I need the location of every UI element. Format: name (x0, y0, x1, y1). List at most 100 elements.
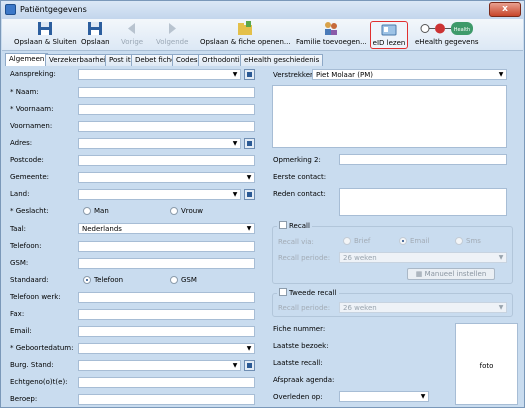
chevron-down-icon: ▼ (498, 71, 504, 78)
tweede-recall-periode-select[interactable]: 26 weken ▼ (339, 302, 507, 313)
taal-label: Taal: (10, 225, 26, 233)
postcode-field[interactable] (78, 155, 255, 166)
recall-brief-label: Brief (354, 237, 371, 245)
chevron-down-icon: ▼ (498, 304, 504, 311)
standaard-gsm-label: GSM (181, 276, 197, 284)
land-save-button[interactable] (244, 189, 255, 200)
recall-checkbox[interactable] (279, 221, 287, 229)
save-close-button[interactable]: Opslaan & Sluiten (14, 21, 77, 49)
previous-button[interactable]: Vorige (121, 21, 143, 49)
patient-window: Patiëntgegevens x Opslaan & Sluiten Opsl… (0, 0, 525, 408)
manueel-instellen-button[interactable]: ▦ Manueel instellen (407, 268, 495, 280)
fax-label: Fax: (10, 310, 25, 318)
email-field[interactable] (78, 326, 255, 337)
voornamen-label: Voornamen: (10, 122, 53, 130)
arrow-right-icon (169, 23, 177, 34)
overleden-op-field[interactable]: ▼ (339, 391, 429, 402)
app-icon (5, 4, 16, 15)
aanspreking-select[interactable]: ▼ (78, 69, 241, 80)
recall-email-label: Email (410, 237, 430, 245)
calendar-icon: ▦ (415, 270, 425, 278)
gemeente-select[interactable]: ▼ (78, 172, 255, 183)
telefoon-label: Telefoon: (10, 242, 42, 250)
land-select[interactable]: ▼ (78, 189, 241, 200)
next-button[interactable]: Volgende (156, 21, 188, 49)
telefoon-werk-field[interactable] (78, 292, 255, 303)
floppy-icon (247, 72, 252, 77)
chevron-down-icon: ▼ (498, 254, 504, 261)
save-button[interactable]: Opslaan (81, 21, 110, 49)
tweede-recall-checkbox[interactable] (279, 288, 287, 296)
adres-select[interactable]: ▼ (78, 138, 241, 149)
recall-via-label: Recall via: (278, 238, 314, 246)
chevron-down-icon: ▼ (420, 393, 426, 400)
gemeente-label: Gemeente: (10, 173, 50, 181)
family-add-label: Familie toevoegen... (296, 38, 367, 46)
standaard-telefoon-radio[interactable] (83, 276, 91, 284)
gender-man-label: Man (94, 207, 109, 215)
tab-ehealth-geschiedenis[interactable]: eHealth geschiedenis (240, 54, 324, 66)
beroep-field[interactable] (78, 394, 255, 405)
recall-sms-radio[interactable] (455, 237, 463, 245)
burg-stand-label: Burg. Stand: (10, 361, 54, 369)
close-button[interactable]: x (489, 2, 521, 17)
save-open-label: Opslaan & fiche openen... (200, 38, 291, 46)
tweede-recall-group-title: Tweede recall (277, 288, 339, 297)
telefoon-field[interactable] (78, 241, 255, 252)
overleden-op-label: Overleden op: (273, 393, 323, 401)
beroep-label: Beroep: (10, 395, 38, 403)
verstrekker-value: Piet Molaar (PM) (316, 71, 373, 79)
recall-brief-radio[interactable] (343, 237, 351, 245)
voornamen-field[interactable] (78, 121, 255, 132)
verstrekker-select[interactable]: Piet Molaar (PM) ▼ (312, 69, 507, 80)
tab-algemeen[interactable]: Algemeen (5, 53, 49, 66)
opmerking-textarea[interactable] (272, 85, 507, 148)
recall-periode-select[interactable]: 26 weken ▼ (339, 252, 507, 263)
family-add-button[interactable]: Familie toevoegen... (296, 21, 367, 49)
echtgenote-field[interactable] (78, 377, 255, 388)
ehealth-button[interactable]: Health eHealth gegevens (415, 21, 479, 49)
ehealth-icon: Health (420, 22, 473, 35)
taal-select[interactable]: Nederlands ▼ (78, 223, 255, 234)
opmerking2-field[interactable] (339, 154, 507, 165)
tweede-recall-periode-value: 26 weken (343, 304, 377, 312)
reden-contact-field[interactable] (339, 188, 507, 216)
laatste-bezoek-label: Laatste bezoek: (273, 342, 329, 350)
aanspreking-save-button[interactable] (244, 69, 255, 80)
voornaam-field[interactable] (78, 104, 255, 115)
fax-field[interactable] (78, 309, 255, 320)
previous-label: Vorige (121, 38, 144, 46)
burg-stand-select[interactable]: ▼ (78, 360, 241, 371)
toolbar: Opslaan & Sluiten Opslaan Vorige Volgend… (2, 19, 523, 51)
geslacht-label: * Geslacht: (10, 207, 49, 215)
gender-vrouw-radio[interactable] (170, 207, 178, 215)
recall-periode-label: Recall periode: (278, 254, 331, 262)
eid-read-button[interactable]: eID lezen (370, 21, 408, 49)
email-label: Email: (10, 327, 32, 335)
save-close-label: Opslaan & Sluiten (14, 38, 77, 46)
standaard-gsm-radio[interactable] (170, 276, 178, 284)
burg-stand-save-button[interactable] (244, 360, 255, 371)
arrow-left-icon (128, 23, 136, 34)
adres-save-button[interactable] (244, 138, 255, 149)
taal-value: Nederlands (82, 225, 122, 233)
verstrekker-label: Verstrekker: (273, 71, 316, 79)
chevron-down-icon: ▼ (232, 362, 238, 369)
eid-card-icon (381, 24, 397, 36)
gender-vrouw-label: Vrouw (181, 207, 203, 215)
geboortedatum-field[interactable]: ▼ (78, 343, 255, 354)
telefoon-werk-label: Telefoon werk: (10, 293, 61, 301)
chevron-down-icon: ▼ (232, 71, 238, 78)
recall-email-radio[interactable] (399, 237, 407, 245)
fiche-nummer-label: Fiche nummer: (273, 325, 326, 333)
recall-group-title: Recall (277, 221, 312, 230)
tab-strip: Algemeen Verzekerbaarheid Post it Debet … (2, 53, 523, 66)
naam-field[interactable] (78, 87, 255, 98)
save-open-button[interactable]: Opslaan & fiche openen... (200, 21, 291, 49)
floppy-icon (88, 22, 103, 35)
photo-box[interactable]: foto (455, 323, 518, 405)
gsm-field[interactable] (78, 258, 255, 269)
folder-icon (238, 21, 253, 35)
gender-man-radio[interactable] (83, 207, 91, 215)
tab-verzekerbaarheid[interactable]: Verzekerbaarheid (45, 54, 115, 66)
